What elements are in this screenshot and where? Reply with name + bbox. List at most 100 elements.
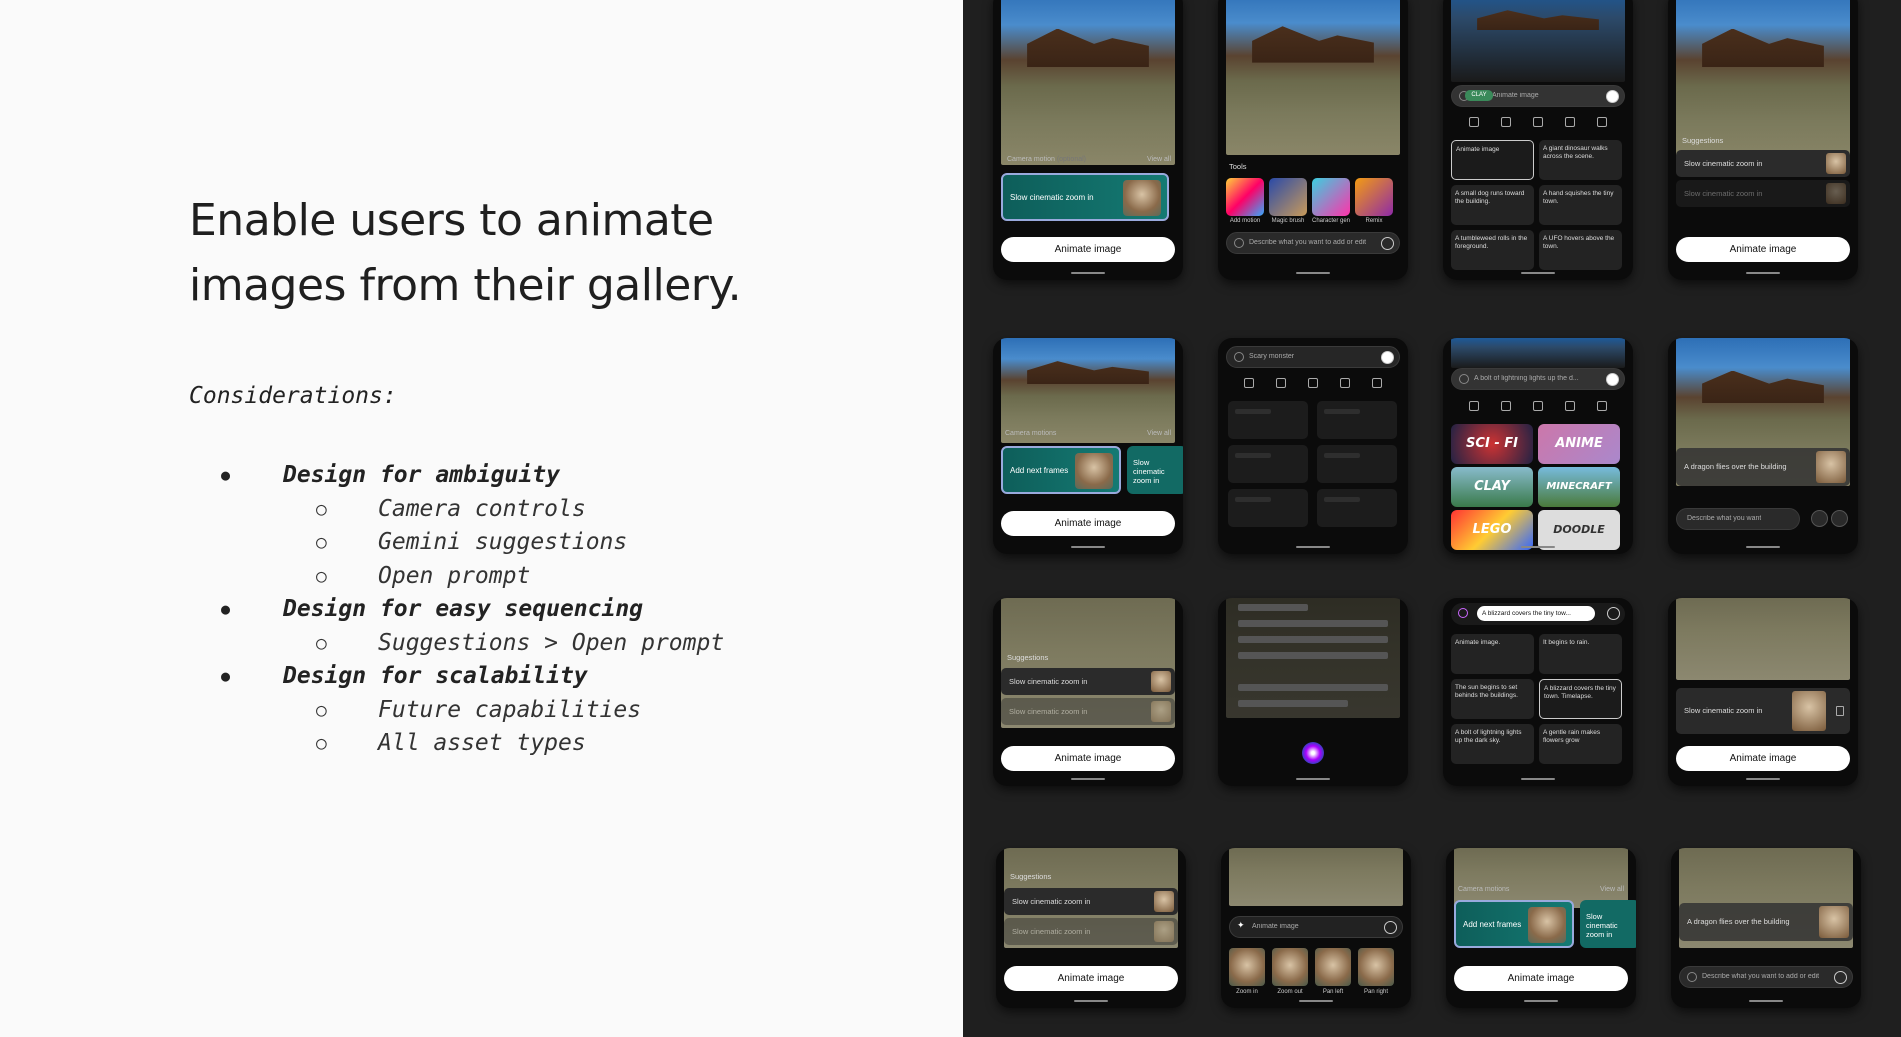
sparkle-icon[interactable] — [1372, 378, 1382, 388]
prompt-cell[interactable]: A gentle rain makes flowers grow — [1539, 724, 1622, 764]
card-label: Add next frames — [1010, 466, 1069, 475]
slow-zoom-card[interactable]: Slow cinematic zoom in — [1580, 900, 1636, 948]
send-icon[interactable] — [1834, 971, 1847, 984]
style-minecraft[interactable]: MINECRAFT — [1538, 467, 1620, 507]
send-icon[interactable] — [1606, 90, 1619, 103]
camera-icon[interactable] — [1469, 117, 1479, 127]
suggestion-row[interactable]: Slow cinematic zoom in — [1001, 698, 1175, 725]
animate-image-button[interactable]: Animate image — [1004, 966, 1178, 991]
prompt-cell[interactable]: A blizzard covers the tiny town. Timelap… — [1539, 679, 1622, 719]
add-next-frames-card[interactable]: Add next frames — [1454, 900, 1574, 948]
loading-skeleton — [1228, 401, 1308, 439]
prompt-input[interactable]: Scary monster — [1226, 346, 1400, 368]
suggestion-row[interactable]: Slow cinematic zoom in — [1004, 888, 1178, 915]
camera-icon[interactable] — [1469, 401, 1479, 411]
prompt-card[interactable]: A dragon flies over the building — [1676, 448, 1850, 486]
prompt-input[interactable]: Describe what you want to add or edit — [1226, 232, 1400, 254]
suggestion-row[interactable]: Slow cinematic zoom in — [1676, 180, 1850, 207]
character-gen-tool[interactable] — [1312, 178, 1350, 216]
prompt-input[interactable]: A blizzard covers the tiny tow... — [1451, 603, 1625, 625]
phone-mockup: Camera motions View all Add next frames … — [1446, 848, 1636, 1008]
view-all-link[interactable]: View all — [1147, 156, 1171, 163]
prompt-cell[interactable]: A hand squishes the tiny town. — [1539, 185, 1622, 225]
dog-icon[interactable] — [1565, 117, 1575, 127]
walk-icon[interactable] — [1308, 378, 1318, 388]
remix-tool[interactable] — [1355, 178, 1393, 216]
send-icon[interactable] — [1606, 373, 1619, 386]
animate-image-button[interactable]: Animate image — [1676, 237, 1850, 262]
balloon-icon[interactable] — [1501, 401, 1511, 411]
dog-icon[interactable] — [1565, 401, 1575, 411]
tools-label: Tools — [1229, 162, 1247, 171]
palette-icon[interactable] — [1597, 117, 1607, 127]
add-motion-tool[interactable] — [1226, 178, 1264, 216]
prompt-cell[interactable]: Animate image — [1451, 140, 1534, 180]
style-anime[interactable]: ANIME — [1538, 424, 1620, 464]
clay-chip[interactable]: CLAY — [1465, 90, 1493, 101]
magic-brush-tool[interactable] — [1269, 178, 1307, 216]
phone-mockup: Tools Add motion Magic brush Character g… — [1218, 0, 1408, 280]
camera-motions-label: Camera motions — [1005, 430, 1057, 437]
animate-image-button[interactable]: Animate image — [1001, 511, 1175, 536]
prompt-cell[interactable]: Animate image. — [1451, 634, 1534, 674]
style-lego[interactable]: LEGO — [1451, 510, 1533, 550]
delete-icon[interactable] — [1836, 706, 1844, 716]
prompt-input[interactable]: Describe what you want — [1676, 508, 1800, 530]
phone-mockup: Suggestions Slow cinematic zoom in Slow … — [996, 848, 1186, 1008]
slow-zoom-card[interactable]: Slow cinematic zoom in — [1127, 446, 1183, 494]
style-scifi[interactable]: SCI - FI — [1451, 424, 1533, 464]
walk-icon[interactable] — [1533, 117, 1543, 127]
animate-image-button[interactable]: Animate image — [1001, 237, 1175, 262]
animate-image-button[interactable]: Animate image — [1676, 746, 1850, 771]
prompt-input[interactable]: ✦ Animate image — [1229, 916, 1403, 938]
pan-left-option[interactable] — [1315, 948, 1351, 986]
row-label: Slow cinematic zoom in — [1012, 927, 1091, 936]
suggestion-row[interactable]: Slow cinematic zoom in — [1004, 918, 1178, 945]
add-next-frames-card[interactable]: Add next frames — [1001, 446, 1121, 494]
animate-image-button[interactable]: Animate image — [1454, 966, 1628, 991]
close-icon[interactable] — [1459, 374, 1469, 384]
add-icon[interactable] — [1811, 510, 1828, 527]
prompt-cell[interactable]: The sun begins to set behinds the buildi… — [1451, 679, 1534, 719]
close-icon[interactable] — [1234, 352, 1244, 362]
send-icon[interactable] — [1607, 607, 1620, 620]
prompt-cell[interactable]: A giant dinosaur walks across the scene. — [1539, 140, 1622, 180]
suggestion-row[interactable]: Slow cinematic zoom in — [1676, 150, 1850, 177]
balloon-icon[interactable] — [1276, 378, 1286, 388]
prompt-cell[interactable]: A UFO hovers above the town. — [1539, 230, 1622, 270]
dog-icon[interactable] — [1340, 378, 1350, 388]
prompt-input[interactable]: A bolt of lightning lights up the d... — [1451, 368, 1625, 390]
palette-icon[interactable] — [1597, 401, 1607, 411]
phone-mockup: Camera motion (optional) View all Slow c… — [993, 0, 1183, 280]
balloon-icon[interactable] — [1501, 117, 1511, 127]
send-icon[interactable] — [1384, 921, 1397, 934]
pan-right-option[interactable] — [1358, 948, 1394, 986]
prompt-cell[interactable]: A tumbleweed rolls in the foreground. — [1451, 230, 1534, 270]
suggestions-label: Suggestions — [1010, 872, 1052, 881]
prompt-cell[interactable]: It begins to rain. — [1539, 634, 1622, 674]
sparkle-icon[interactable] — [1381, 351, 1394, 364]
optional-label: (optional) — [1056, 156, 1086, 163]
view-all-link[interactable]: View all — [1147, 430, 1171, 437]
send-icon[interactable] — [1381, 237, 1394, 250]
sparkle-icon — [1458, 608, 1468, 618]
selected-suggestion[interactable]: Slow cinematic zoom in — [1676, 688, 1850, 734]
phone-mockup: Camera motions View all Add next frames … — [993, 338, 1183, 554]
sparkle-icon[interactable] — [1831, 510, 1848, 527]
prompt-card[interactable]: A dragon flies over the building — [1679, 903, 1853, 941]
style-doodle[interactable]: DOODLE — [1538, 510, 1620, 550]
prompt-input[interactable]: Describe what you want to add or edit — [1679, 966, 1853, 988]
zoom-in-option[interactable] — [1229, 948, 1265, 986]
view-all-link[interactable]: View all — [1600, 886, 1624, 893]
card-label: A dragon flies over the building — [1684, 462, 1787, 471]
suggestion-card-selected[interactable]: Slow cinematic zoom in — [1001, 173, 1169, 221]
camera-icon[interactable] — [1244, 378, 1254, 388]
walk-icon[interactable] — [1533, 401, 1543, 411]
suggestion-row[interactable]: Slow cinematic zoom in — [1001, 668, 1175, 695]
zoom-out-option[interactable] — [1272, 948, 1308, 986]
prompt-cell[interactable]: A small dog runs toward the building. — [1451, 185, 1534, 225]
prompt-cell[interactable]: A bolt of lightning lights up the dark s… — [1451, 724, 1534, 764]
animate-image-button[interactable]: Animate image — [1001, 746, 1175, 771]
slide-title: Enable users to animate images from thei… — [189, 195, 742, 311]
style-clay[interactable]: CLAY — [1451, 467, 1533, 507]
